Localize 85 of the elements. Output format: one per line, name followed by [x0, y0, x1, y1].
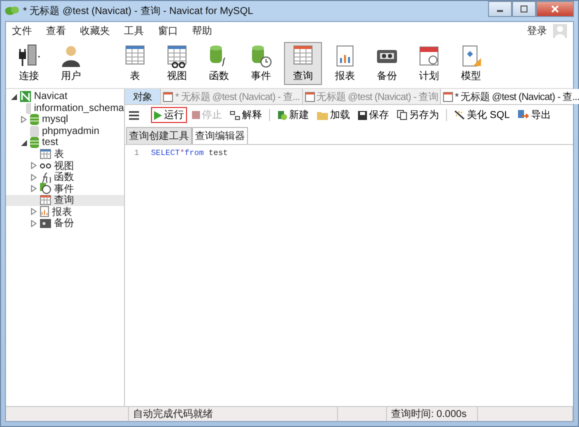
tree-item[interactable]: phpmyadmin [6, 126, 124, 137]
calendar-icon [417, 44, 441, 68]
expand-icon[interactable] [20, 116, 26, 124]
glasses-icon [40, 162, 51, 169]
tree-item[interactable]: 查询 [6, 194, 124, 206]
tree-item[interactable]: 函数 [6, 172, 124, 183]
toolbar-button[interactable]: 表 [116, 42, 154, 85]
query-icon [442, 92, 453, 102]
minimize-button[interactable] [488, 1, 512, 17]
menu-item[interactable]: 文件 [12, 24, 32, 38]
line-number: 1 [133, 149, 139, 158]
collapse-icon[interactable] [20, 140, 26, 146]
new-icon [277, 110, 287, 120]
editor-tab[interactable]: 查询创建工具 [126, 127, 192, 144]
close-icon [551, 5, 559, 13]
toolbar-button[interactable]: 备份 [368, 42, 406, 85]
query-icon [304, 92, 315, 102]
tree-item[interactable]: 表 [6, 148, 124, 160]
clock-icon [40, 183, 51, 194]
toolbar-button[interactable]: 加载 [314, 107, 353, 123]
document-tab[interactable]: 对象 [125, 89, 162, 104]
tree-item[interactable]: 视图 [6, 160, 124, 172]
toolbar-button[interactable]: 保存 [355, 107, 392, 123]
report-icon [40, 206, 49, 218]
login-link[interactable]: 登录 [527, 24, 547, 38]
query-time: 查询时间: 0.000s [387, 407, 478, 421]
tree-item[interactable]: 事件 [6, 183, 124, 194]
code-line: SELECT*from test [151, 149, 228, 158]
tree-item[interactable]: 报表 [6, 206, 124, 218]
save-icon [358, 110, 367, 120]
menu-icon[interactable] [129, 110, 139, 120]
function-icon [40, 172, 51, 183]
export-icon [518, 110, 529, 120]
toolbar-button[interactable]: 报表 [326, 42, 364, 85]
toolbar-button[interactable]: 连接 [10, 42, 48, 85]
collapse-icon[interactable] [10, 94, 16, 100]
menu-item[interactable]: 帮助 [192, 24, 212, 38]
toolbar-button[interactable]: 另存为 [394, 107, 442, 123]
table-icon [40, 195, 51, 206]
copy-icon [397, 110, 407, 120]
sql-editor[interactable]: 1 SELECT*from test [125, 145, 573, 406]
document-tab[interactable]: * 无标题 @test (Navicat) - 查... [440, 89, 579, 104]
status-text: 自动完成代码就绪 [129, 407, 338, 421]
folder-icon [317, 110, 328, 120]
tape-icon [40, 218, 51, 228]
toolbar-button[interactable]: 用户 [52, 42, 90, 85]
toolbar-button[interactable]: 事件 [242, 42, 280, 85]
table-icon [165, 44, 189, 68]
menu-item[interactable]: 收藏夹 [80, 24, 110, 38]
plug-icon [16, 44, 42, 68]
database-icon [30, 126, 39, 137]
leaf-icon [5, 5, 19, 17]
tree-item[interactable]: 备份 [6, 218, 124, 229]
tree-item[interactable]: test [6, 137, 124, 148]
play-icon [154, 110, 162, 120]
menu-item[interactable]: 查看 [46, 24, 66, 38]
tree-item[interactable]: mysql [6, 114, 124, 126]
menu-item[interactable]: 窗口 [158, 24, 178, 38]
toolbar-button[interactable]: 函数 [200, 42, 238, 85]
connection-icon [20, 91, 31, 102]
database-icon [249, 44, 273, 68]
tree-item[interactable]: Navicat [6, 91, 124, 102]
query-icon [163, 92, 174, 102]
table-icon [40, 149, 51, 160]
toolbar-button[interactable]: 美化 SQL [451, 107, 513, 123]
window-title: * 无标题 @test (Navicat) - 查询 - Navicat for MySQL [23, 4, 254, 18]
maximize-button[interactable] [512, 1, 536, 17]
stop-icon [192, 111, 200, 119]
user-icon [59, 44, 83, 68]
toolbar-button[interactable]: 新建 [274, 107, 312, 123]
toolbar-button[interactable]: 计划 [410, 42, 448, 85]
close-button[interactable] [536, 1, 574, 17]
toolbar-button[interactable]: 查询 [284, 42, 322, 85]
menu-item[interactable]: 工具 [124, 24, 144, 38]
tree-item[interactable]: information_schema [6, 102, 124, 114]
toolbar-button[interactable]: 运行 [151, 107, 187, 123]
wand-icon [454, 110, 465, 120]
database-icon [30, 137, 39, 148]
explain-icon [230, 110, 240, 120]
toolbar-button[interactable]: 视图 [158, 42, 196, 85]
toolbar-button[interactable]: 模型 [452, 42, 490, 85]
toolbar-button[interactable]: 导出 [514, 107, 554, 123]
editor-tab[interactable]: 查询编辑器 [192, 127, 248, 144]
maximize-icon [520, 5, 528, 13]
toolbar-button[interactable]: 解释 [227, 107, 265, 123]
